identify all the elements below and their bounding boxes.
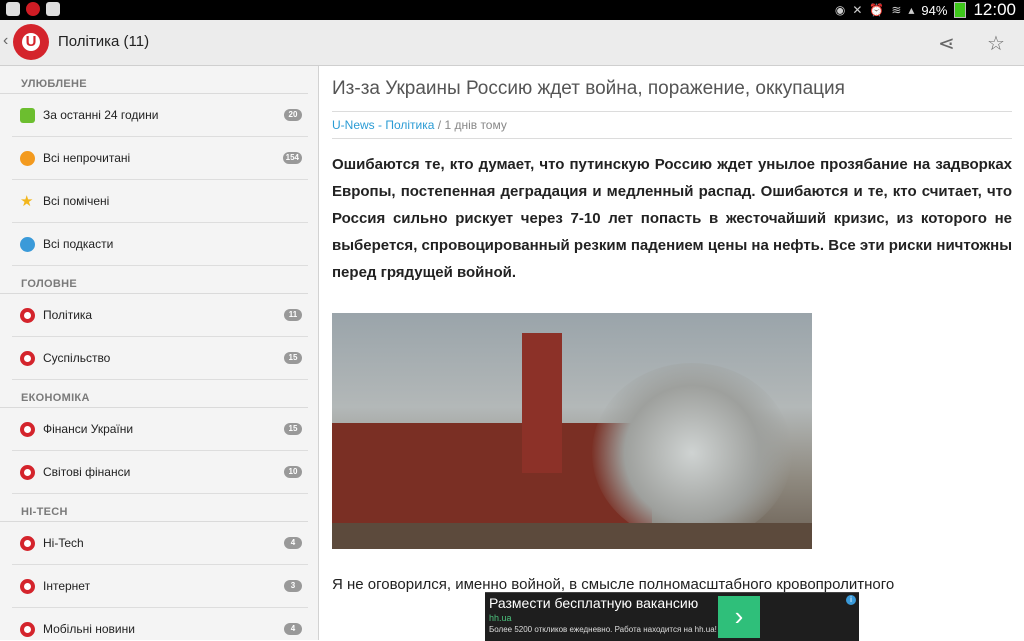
sidebar-item-label: Всі непрочитані	[43, 151, 131, 165]
unews-icon	[20, 422, 35, 437]
section-header: ЕКОНОМІКА	[0, 380, 308, 408]
rss-icon	[20, 108, 35, 123]
logo-letter: U	[25, 33, 37, 50]
wifi-icon: ≋	[891, 3, 902, 17]
battery-percent: 94%	[921, 2, 948, 18]
star-outline-icon[interactable]: ☆	[987, 31, 1005, 56]
sidebar-item-label: Інтернет	[43, 579, 91, 593]
sidebar-item-politics[interactable]: Політика 11	[12, 294, 308, 337]
chat-icon	[46, 2, 60, 16]
clock: 12:00	[973, 0, 1016, 19]
meta-separator: /	[434, 118, 445, 132]
sidebar-item-label: Суспільство	[43, 351, 111, 365]
system-icons: ◉ ✕ ⏰ ≋ ▴ 94% 12:00	[835, 0, 1016, 20]
unews-icon	[20, 351, 35, 366]
count-badge: 15	[284, 352, 302, 364]
star-icon: ★	[20, 193, 34, 210]
page-title: Політика (11)	[58, 33, 150, 50]
sidebar-item-label: Всі подкасти	[43, 237, 114, 251]
sidebar-item-all-unread[interactable]: Всі непрочитані 154	[12, 137, 308, 180]
sidebar-item-world-finance[interactable]: Світові фінанси 10	[12, 451, 308, 494]
ad-banner[interactable]: Размести бесплатную вакансию hh.ua Более…	[485, 592, 859, 641]
alarm-icon: ⏰	[869, 3, 885, 17]
article-meta: U-News - Політика / 1 днів тому	[332, 111, 1012, 139]
sidebar-item-ukraine-finance[interactable]: Фінанси України 15	[12, 408, 308, 451]
signal-icon: ▴	[908, 3, 915, 17]
podcast-icon	[20, 237, 35, 252]
unews-icon	[20, 579, 35, 594]
sidebar-item-label: Політика	[43, 308, 93, 322]
sidebar-item-label: Hi-Tech	[43, 536, 84, 550]
article-lead: Ошибаются те, кто думает, что путинскую …	[332, 156, 1012, 281]
unews-icon	[20, 536, 35, 551]
back-arrow-icon[interactable]: ‹	[3, 32, 8, 50]
count-badge: 4	[284, 623, 302, 635]
app-logo[interactable]: U	[13, 24, 49, 60]
image-ground	[332, 523, 812, 549]
battery-icon	[954, 2, 967, 18]
eye-icon: ◉	[834, 3, 846, 17]
sidebar-item-label: Світові фінанси	[43, 465, 131, 479]
action-bar: ‹ U Політика (11) ⋖ ☆	[0, 20, 1024, 66]
count-badge: 11	[284, 309, 302, 321]
unews-icon	[20, 308, 35, 323]
article-image[interactable]	[332, 313, 812, 549]
status-bar: ◉ ✕ ⏰ ≋ ▴ 94% 12:00	[0, 0, 1024, 20]
count-badge: 15	[284, 423, 302, 435]
unews-icon	[20, 465, 35, 480]
unread-icon	[20, 151, 35, 166]
section-header: ГОЛОВНЕ	[0, 266, 308, 294]
image-smoke	[592, 363, 792, 543]
section-header: HI-TECH	[0, 494, 308, 522]
count-badge: 154	[282, 152, 302, 164]
article-continuation: Я не оговорился, именно войной, в смысле…	[332, 576, 895, 593]
sidebar-item-society[interactable]: Суспільство 15	[12, 337, 308, 380]
ad-info-icon[interactable]: i	[846, 595, 856, 605]
article-pane[interactable]: Из-за Украины Россию ждет война, поражен…	[320, 66, 1024, 640]
sidebar-item-hi-tech[interactable]: Hi-Tech 4	[12, 522, 308, 565]
article-age: 1 днів тому	[444, 118, 507, 132]
sidebar: УЛЮБЛЕНЕ За останні 24 години 20 Всі неп…	[0, 66, 319, 640]
sidebar-item-label: Фінанси України	[43, 422, 134, 436]
ad-title: Размести бесплатную вакансию	[489, 595, 699, 611]
ad-site: hh.ua	[489, 613, 512, 623]
section-header: УЛЮБЛЕНЕ	[0, 66, 308, 94]
count-badge: 10	[284, 466, 302, 478]
unews-icon	[20, 622, 35, 637]
ad-description: Более 5200 откликов ежедневно. Работа на…	[489, 625, 717, 634]
sidebar-item-all-podcasts[interactable]: Всі подкасти	[12, 223, 308, 266]
sidebar-item-label: Всі помічені	[43, 194, 110, 208]
sidebar-item-last-24h[interactable]: За останні 24 години 20	[12, 94, 308, 137]
notification-icons	[6, 2, 60, 16]
sidebar-item-label: Мобільні новини	[43, 622, 135, 636]
sidebar-item-all-starred[interactable]: ★ Всі помічені	[12, 180, 308, 223]
image-tower	[522, 333, 562, 473]
sidebar-item-internet[interactable]: Інтернет 3	[12, 565, 308, 608]
count-badge: 4	[284, 537, 302, 549]
unews-notification-icon	[26, 2, 40, 16]
sidebar-item-mobile-news[interactable]: Мобільні новини 4	[12, 608, 308, 640]
share-icon[interactable]: ⋖	[938, 31, 955, 56]
mute-icon: ✕	[852, 3, 863, 17]
article-source-link[interactable]: U-News - Політика	[332, 118, 434, 132]
ad-go-button[interactable]: ›	[718, 596, 760, 638]
count-badge: 20	[284, 109, 302, 121]
sim-icon	[6, 2, 20, 16]
article-title: Из-за Украины Россию ждет война, поражен…	[332, 78, 845, 99]
sidebar-item-label: За останні 24 години	[43, 108, 159, 122]
count-badge: 3	[284, 580, 302, 592]
